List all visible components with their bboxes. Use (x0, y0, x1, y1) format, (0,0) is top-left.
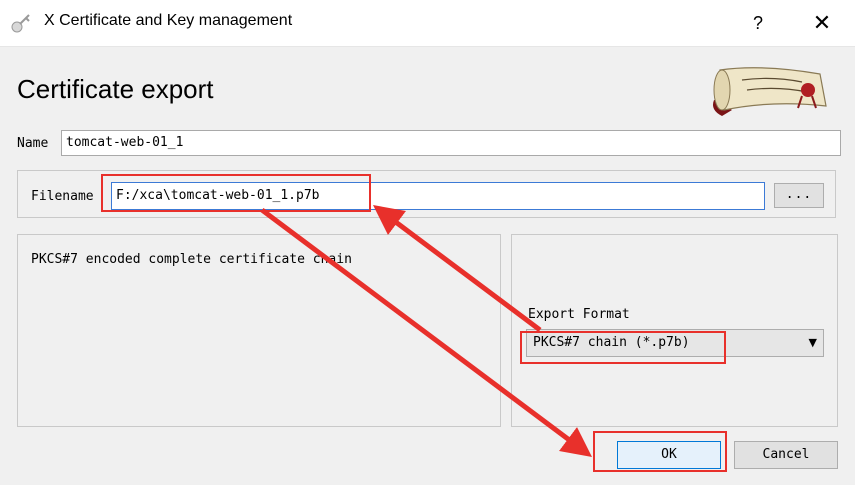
dialog-heading: Certificate export (17, 74, 214, 104)
certificate-icon (11, 14, 30, 33)
export-format-value: PKCS#7 chain (*.p7b) (533, 335, 690, 350)
browse-button[interactable]: ... (774, 183, 824, 208)
export-format-label: Export Format (528, 307, 630, 322)
chevron-down-icon: ▼ (808, 336, 817, 349)
ok-button[interactable]: OK (617, 441, 721, 469)
name-label: Name (17, 136, 49, 151)
filename-label: Filename (31, 189, 94, 204)
export-format-select[interactable]: PKCS#7 chain (*.p7b) ▼ (526, 329, 824, 357)
name-input[interactable]: tomcat-web-01_1 (61, 130, 841, 156)
window-title: X Certificate and Key management (44, 12, 293, 29)
filename-input[interactable]: F:/xca\tomcat-web-01_1.p7b (111, 182, 765, 210)
title-bar: X Certificate and Key management ? ✕ (0, 0, 855, 47)
scroll-logo (713, 67, 827, 116)
cancel-button[interactable]: Cancel (734, 441, 838, 469)
format-description: PKCS#7 encoded complete certificate chai… (31, 252, 352, 267)
help-button[interactable]: ? (740, 6, 776, 40)
close-button[interactable]: ✕ (800, 6, 844, 40)
